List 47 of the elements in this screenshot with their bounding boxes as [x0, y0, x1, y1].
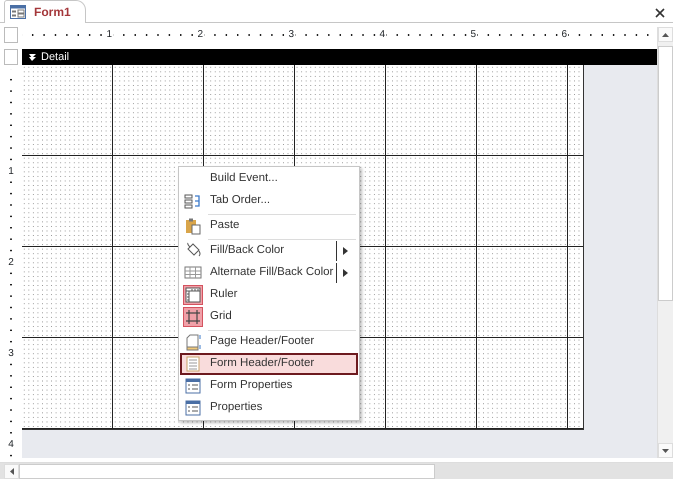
- ruler-number: 1: [8, 166, 14, 177]
- menu-item[interactable]: Alternate Fill/Back Color: [180, 262, 358, 284]
- submenu-arrow-icon: [343, 247, 348, 255]
- property-sheet-icon: [184, 377, 202, 395]
- section-selector[interactable]: [4, 49, 18, 65]
- scroll-thumb[interactable]: [658, 46, 673, 301]
- menu-item[interactable]: Properties: [180, 397, 358, 419]
- submenu-arrow-icon: [343, 269, 348, 277]
- ruler-number: 3: [8, 348, 14, 359]
- horizontal-scrollbar[interactable]: [0, 462, 673, 479]
- menu-item[interactable]: Form Properties: [180, 375, 358, 397]
- ruler-number: 6: [560, 29, 568, 40]
- ruler-number: 4: [378, 29, 386, 40]
- ruler-number: 5: [469, 29, 477, 40]
- left-arrow-icon: [10, 468, 14, 474]
- ruler-number: 4: [8, 439, 14, 450]
- ruler-number: 2: [8, 257, 14, 268]
- menu-item[interactable]: Tab Order...: [180, 190, 358, 212]
- menu-item[interactable]: Form Header/Footer: [180, 353, 358, 375]
- ruler-number: 1: [105, 29, 113, 40]
- document-tab[interactable]: Form1: [4, 0, 86, 23]
- form-icon: [10, 5, 26, 19]
- scroll-up-button[interactable]: [658, 27, 673, 42]
- form-header-icon: [184, 355, 202, 373]
- down-arrow-icon: [662, 448, 669, 452]
- menu-item[interactable]: Ruler: [180, 284, 358, 306]
- clipboard-icon: [184, 217, 202, 235]
- menu-item[interactable]: Build Event...: [180, 168, 358, 190]
- up-arrow-icon: [662, 32, 669, 36]
- ruler-number: 2: [196, 29, 204, 40]
- tab-title: Form1: [34, 4, 71, 21]
- vertical-scrollbar[interactable]: [657, 45, 673, 458]
- ruler-icon: [184, 286, 202, 304]
- grid-icon: [184, 308, 202, 326]
- ruler-number: 3: [287, 29, 295, 40]
- scroll-thumb[interactable]: [19, 464, 435, 478]
- close-icon[interactable]: [655, 8, 665, 18]
- page-header-icon: [184, 333, 202, 351]
- section-title: Detail: [41, 50, 70, 65]
- tab-order-icon: [184, 192, 202, 210]
- property-sheet-icon: [184, 399, 202, 417]
- ruler-corner[interactable]: [4, 27, 18, 43]
- collapse-arrow-icon: [28, 52, 37, 62]
- scroll-left-button[interactable]: [4, 464, 19, 478]
- section-bar[interactable]: Detail: [22, 49, 657, 65]
- menu-item[interactable]: Grid: [180, 306, 358, 328]
- scroll-down-button[interactable]: [658, 443, 673, 458]
